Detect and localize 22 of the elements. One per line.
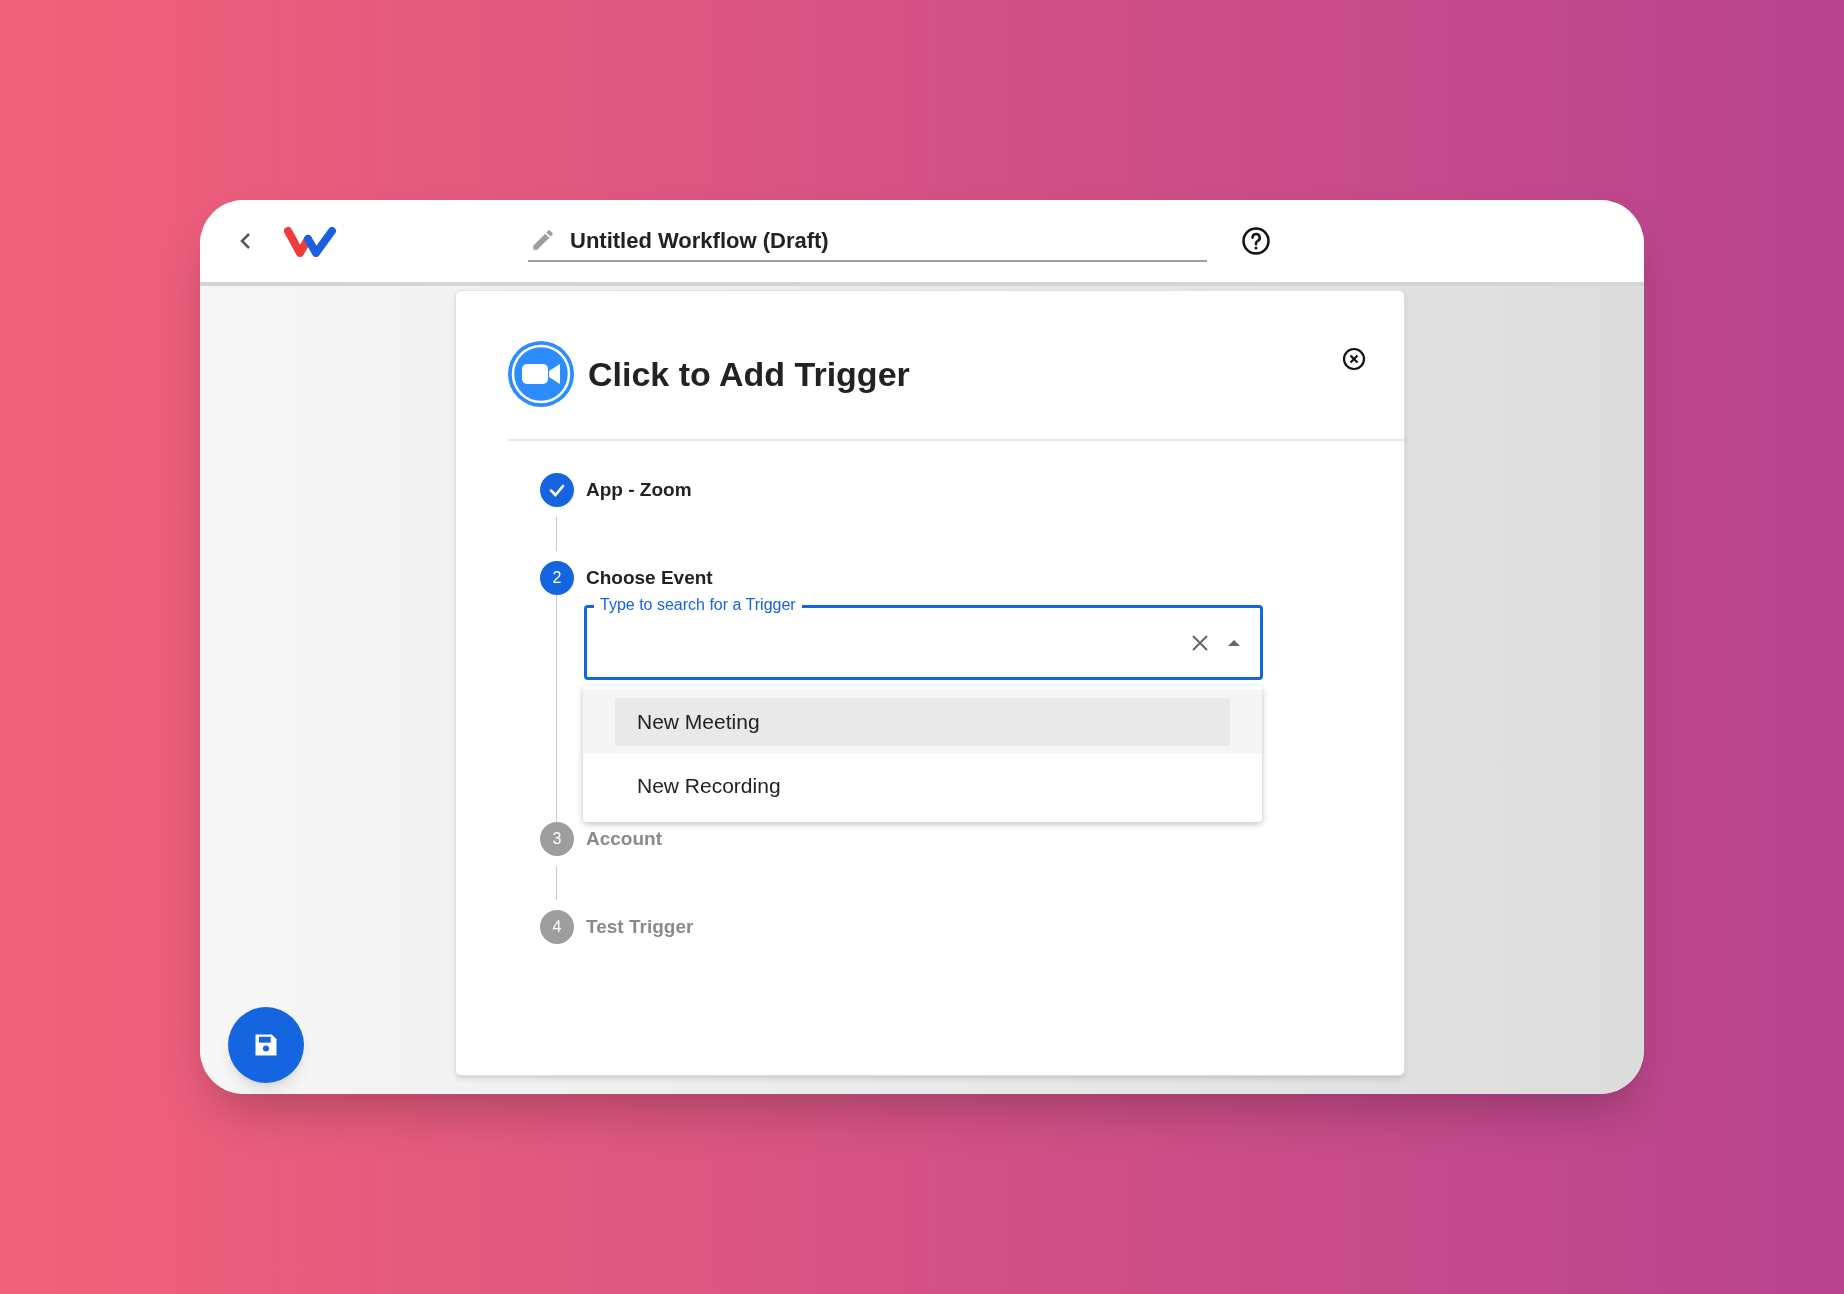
help-button[interactable] [1241,226,1271,256]
pencil-icon [530,227,556,253]
step-label: Choose Event [586,565,713,590]
step-indicator: 2 [540,561,574,595]
close-button[interactable] [1342,347,1366,371]
help-icon [1241,226,1271,256]
video-camera-icon [508,341,574,407]
close-icon [1342,347,1366,371]
step-label: Account [586,826,662,851]
menu-option[interactable]: New Meeting [615,698,1230,746]
step-indicator: 4 [540,910,574,944]
menu-option[interactable]: New Recording [615,762,1230,810]
logo-icon [284,225,338,257]
step-indicator: 3 [540,822,574,856]
dialog-title: Click to Add Trigger [588,353,910,395]
close-icon [1191,633,1209,652]
title-field[interactable]: Untitled Workflow (Draft) [528,220,1207,262]
chevron-left-icon [239,232,251,250]
step-label: App - Zoom [586,477,692,502]
step-label: Test Trigger [586,914,694,939]
caret-icon [1227,638,1241,647]
save-button[interactable] [228,1007,304,1083]
